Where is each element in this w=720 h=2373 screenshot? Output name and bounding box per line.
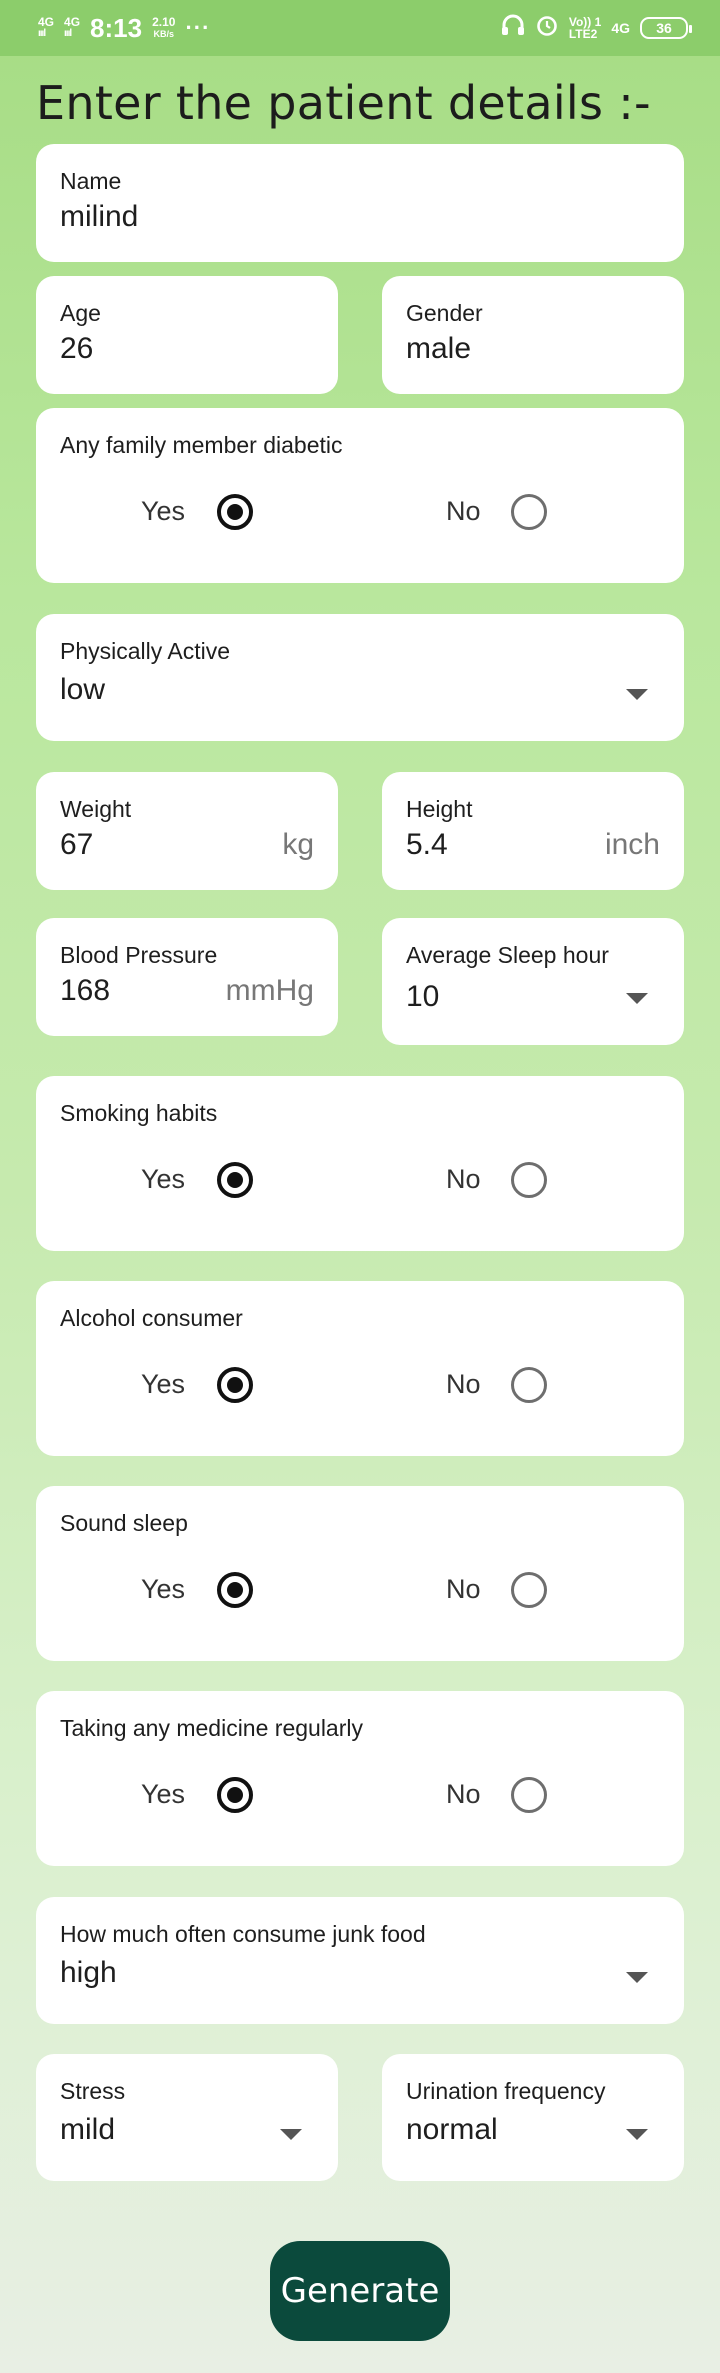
physically-active-dropdown[interactable]: Physically Active low (36, 614, 684, 741)
weight-unit: kg (282, 828, 314, 861)
family-diabetic-yes-radio-icon[interactable] (217, 494, 253, 530)
smoking-no-radio-icon[interactable] (511, 1162, 547, 1198)
smoking-yes-radio-icon[interactable] (217, 1162, 253, 1198)
blood-pressure-unit: mmHg (225, 974, 314, 1007)
chevron-down-icon (626, 2129, 648, 2140)
gender-label: Gender (406, 300, 483, 326)
urination-value: normal (406, 2113, 498, 2146)
alcohol-yes-label: Yes (141, 1369, 186, 1399)
page-title: Enter the patient details :- (36, 76, 651, 130)
alcohol-no-radio-icon[interactable] (511, 1367, 547, 1403)
generate-button[interactable]: Generate (270, 2241, 450, 2341)
sleep-hour-dropdown[interactable]: Average Sleep hour 10 (382, 918, 684, 1045)
network-speed: 2.10 KB/s (152, 16, 175, 40)
sleep-hour-label: Average Sleep hour (406, 942, 609, 968)
smoking-group: Smoking habits Yes No (36, 1076, 684, 1251)
gender-value: male (406, 332, 472, 365)
gender-field[interactable]: Gender male (382, 276, 684, 394)
network-type-3: 4G (611, 20, 630, 36)
medicine-yes-radio-icon[interactable] (217, 1777, 253, 1813)
age-field[interactable]: Age 26 (36, 276, 338, 394)
more-notifications-icon: ··· (185, 15, 211, 40)
height-field[interactable]: Height 5.4 inch (382, 772, 684, 890)
smoking-yes-label: Yes (141, 1164, 186, 1194)
chevron-down-icon (626, 689, 648, 700)
urination-label: Urination frequency (406, 2078, 606, 2104)
chevron-down-icon (280, 2129, 302, 2140)
age-value: 26 (60, 332, 94, 365)
sound-sleep-yes-radio-icon[interactable] (217, 1572, 253, 1608)
junk-food-label: How much often consume junk food (60, 1921, 426, 1947)
medicine-no-label: No (446, 1779, 481, 1809)
family-diabetic-label: Any family member diabetic (60, 432, 343, 458)
alcohol-no-label: No (446, 1369, 481, 1399)
sound-sleep-no-radio-icon[interactable] (511, 1572, 547, 1608)
status-bar: 4G ıııl 4G ıııl 8:13 2.10 KB/s ··· Vo)) … (0, 0, 720, 56)
height-value: 5.4 (406, 828, 448, 861)
stress-label: Stress (60, 2078, 126, 2104)
family-diabetic-no-radio-icon[interactable] (511, 494, 547, 530)
network-type-1: 4G (38, 15, 55, 29)
network-speed-unit: KB/s (153, 29, 175, 39)
age-label: Age (60, 300, 101, 326)
network-type-2: 4G (64, 15, 81, 29)
sound-sleep-label: Sound sleep (60, 1510, 188, 1536)
junk-food-value: high (60, 1956, 117, 1989)
medicine-yes-label: Yes (141, 1779, 186, 1809)
smoking-no-label: No (446, 1164, 481, 1194)
junk-food-dropdown[interactable]: How much often consume junk food high (36, 1897, 684, 2024)
medicine-no-radio-icon[interactable] (511, 1777, 547, 1813)
chevron-down-icon (626, 993, 648, 1004)
alarm-icon (535, 13, 559, 44)
medicine-label: Taking any medicine regularly (60, 1715, 363, 1741)
lte-label: LTE2 (568, 27, 598, 41)
blood-pressure-field[interactable]: Blood Pressure 168 mmHg (36, 918, 338, 1036)
urination-dropdown[interactable]: Urination frequency normal (382, 2054, 684, 2181)
signal-2-icon: 4G ıııl (64, 15, 81, 39)
sound-sleep-yes-label: Yes (141, 1574, 186, 1604)
height-unit: inch (604, 828, 660, 861)
family-diabetic-yes-label: Yes (141, 496, 186, 526)
network-speed-value: 2.10 (152, 15, 176, 29)
name-label: Name (60, 168, 122, 194)
headphones-icon (501, 14, 525, 43)
weight-value: 67 (60, 828, 94, 861)
blood-pressure-value: 168 (60, 974, 111, 1007)
signal-1-icon: 4G ıııl (38, 15, 55, 39)
medicine-group: Taking any medicine regularly Yes No (36, 1691, 684, 1866)
alcohol-yes-radio-icon[interactable] (217, 1367, 253, 1403)
sound-sleep-no-label: No (446, 1574, 481, 1604)
alcohol-label: Alcohol consumer (60, 1305, 243, 1331)
physically-active-value: low (60, 673, 106, 706)
name-value: milind (60, 200, 139, 233)
blood-pressure-label: Blood Pressure (60, 942, 218, 968)
name-field[interactable]: Name milind (36, 144, 684, 262)
weight-field[interactable]: Weight 67 kg (36, 772, 338, 890)
stress-value: mild (60, 2113, 116, 2146)
family-diabetic-no-label: No (446, 496, 481, 526)
stress-dropdown[interactable]: Stress mild (36, 2054, 338, 2181)
smoking-label: Smoking habits (60, 1100, 218, 1126)
alcohol-group: Alcohol consumer Yes No (36, 1281, 684, 1456)
volte-indicator: Vo)) 1 LTE2 (569, 16, 601, 40)
family-diabetic-group: Any family member diabetic Yes No (36, 408, 684, 583)
battery-level: 36 (656, 20, 672, 36)
clock: 8:13 (90, 12, 143, 43)
chevron-down-icon (626, 1972, 648, 1983)
height-label: Height (406, 796, 473, 822)
sleep-hour-value: 10 (406, 980, 440, 1013)
sound-sleep-group: Sound sleep Yes No (36, 1486, 684, 1661)
weight-label: Weight (60, 796, 132, 822)
physically-active-label: Physically Active (60, 638, 231, 664)
battery-icon: 36 (640, 17, 692, 39)
